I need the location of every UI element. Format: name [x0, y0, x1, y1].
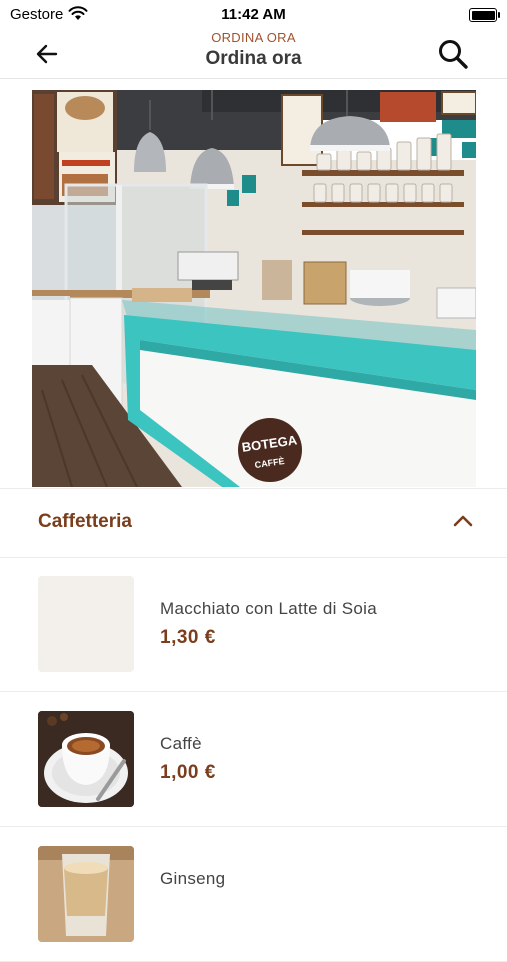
nav-eyebrow: ORDINA ORA [211, 30, 296, 45]
product-image-placeholder [38, 576, 134, 672]
product-price: 1,30 € [160, 627, 216, 648]
clock: 11:42 AM [221, 6, 286, 23]
product-image-espresso [38, 711, 134, 807]
product-name: Macchiato con Latte di Soia [160, 599, 377, 618]
category-title: Caffetteria [38, 511, 132, 532]
product-item[interactable]: Macchiato con Latte di Soia 1,30 € [0, 556, 507, 692]
battery-icon [469, 8, 500, 22]
chevron-up-icon[interactable] [453, 514, 473, 528]
page-title: Ordina ora [205, 48, 302, 69]
store-hero-image: BOTEGA CAFFÈ [32, 90, 476, 487]
product-item[interactable]: Caffè 1,00 € [0, 691, 507, 827]
product-price: 1,00 € [160, 762, 216, 783]
product-name: Caffè [160, 734, 202, 753]
product-name: Ginseng [160, 869, 226, 888]
product-item[interactable]: Ginseng [0, 826, 507, 962]
category-header-caffetteria[interactable]: Caffetteria [0, 488, 507, 558]
battery-level [471, 10, 495, 20]
cafe-interior-illustration: BOTEGA CAFFÈ [32, 90, 476, 487]
product-image-ginseng [38, 846, 134, 942]
status-bar: Gestore 11:42 AM [0, 0, 507, 28]
navigation-bar: ORDINA ORA Ordina ora [0, 28, 507, 79]
search-icon[interactable] [437, 38, 469, 70]
espresso-cup-illustration [38, 711, 134, 807]
ginseng-glass-illustration [38, 846, 134, 942]
